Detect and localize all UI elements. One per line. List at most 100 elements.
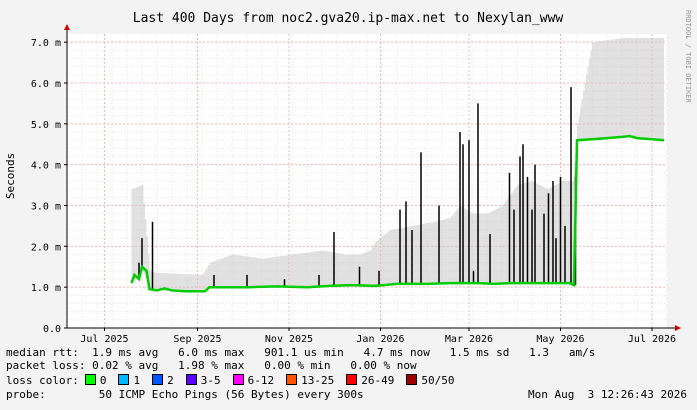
smoke-band bbox=[265, 258, 267, 288]
smoke-band bbox=[242, 255, 244, 288]
smoke-band bbox=[433, 222, 435, 284]
smoke-band bbox=[227, 256, 229, 288]
loss-swatch bbox=[152, 374, 164, 385]
smoke-band bbox=[529, 181, 531, 284]
smoke-band bbox=[205, 270, 207, 290]
smoke-band bbox=[646, 38, 648, 139]
smoke-band bbox=[364, 252, 366, 286]
smoke-band bbox=[580, 107, 582, 140]
smoke-band bbox=[340, 253, 342, 286]
loss-swatch bbox=[406, 374, 418, 385]
smoke-band bbox=[457, 209, 459, 284]
smoke-band bbox=[485, 213, 487, 284]
x-tick-label: May 2026 bbox=[536, 334, 584, 345]
smoke-band bbox=[154, 272, 156, 290]
smoke-band bbox=[430, 222, 432, 284]
smoke-band bbox=[515, 187, 517, 284]
smoke-band bbox=[539, 185, 541, 284]
smoke-band bbox=[266, 257, 268, 288]
loss-swatch bbox=[286, 374, 298, 385]
smoke-band bbox=[349, 254, 351, 286]
smoke-band bbox=[170, 273, 172, 291]
smoke-band bbox=[370, 250, 372, 286]
smoke-band bbox=[196, 274, 198, 292]
smoke-band bbox=[578, 115, 580, 141]
loss-legend-label: 13-25 bbox=[301, 374, 335, 387]
smoke-band bbox=[590, 50, 592, 140]
loss-legend-label: 2 bbox=[167, 374, 174, 387]
smoke-band bbox=[286, 255, 288, 288]
smoke-band bbox=[326, 251, 328, 287]
smoke-band bbox=[158, 272, 160, 291]
x-tick-label: Mar 2026 bbox=[445, 334, 493, 345]
packet-loss-line: packet loss: 0.02 % avg 1.98 % max 0.00 … bbox=[6, 359, 417, 372]
smoke-band bbox=[302, 253, 304, 288]
smoke-band bbox=[331, 252, 333, 287]
smoke-band bbox=[221, 258, 223, 288]
smoke-band bbox=[428, 222, 430, 284]
smoke-band bbox=[248, 256, 250, 288]
smoke-band bbox=[644, 38, 646, 139]
smoke-band bbox=[545, 188, 547, 284]
smoke-band bbox=[172, 273, 174, 291]
smoke-band bbox=[445, 218, 447, 284]
smoke-band bbox=[658, 38, 660, 140]
smoke-band bbox=[622, 38, 624, 137]
smoke-band bbox=[493, 210, 495, 284]
smoke-band bbox=[316, 251, 318, 288]
smoke-band bbox=[511, 193, 513, 284]
smoke-band bbox=[232, 254, 234, 288]
smoke-band bbox=[209, 262, 211, 288]
smoke-band bbox=[131, 189, 133, 284]
smoke-band bbox=[211, 262, 213, 288]
x-tick-label: Jul 2025 bbox=[80, 334, 128, 345]
smoke-band bbox=[659, 38, 661, 140]
smoke-band bbox=[415, 225, 417, 284]
y-tick-label: 6.0 m bbox=[31, 79, 61, 90]
smoke-band bbox=[482, 213, 484, 284]
smoke-band bbox=[413, 225, 415, 284]
smoke-band bbox=[397, 228, 399, 285]
smoke-band bbox=[338, 253, 340, 286]
smoke-band bbox=[274, 256, 276, 288]
loss-legend-label: 1 bbox=[133, 374, 141, 387]
smoke-band bbox=[602, 40, 604, 139]
smoke-band bbox=[323, 250, 325, 288]
smoke-band bbox=[352, 254, 354, 286]
smoke-band bbox=[277, 256, 279, 288]
smoke-band bbox=[373, 244, 375, 286]
smoke-band bbox=[431, 222, 433, 284]
smoke-band bbox=[614, 39, 616, 138]
smoke-band bbox=[464, 208, 466, 284]
smoke-band bbox=[619, 38, 621, 138]
smoke-band bbox=[434, 221, 436, 284]
smoke-band bbox=[401, 227, 403, 285]
smoke-band bbox=[328, 251, 330, 287]
smoke-band bbox=[382, 236, 384, 286]
smoke-band bbox=[188, 274, 190, 292]
smoke-band bbox=[368, 251, 370, 286]
smoke-band bbox=[181, 273, 183, 291]
smoke-band bbox=[341, 253, 343, 286]
smoke-band bbox=[238, 255, 240, 288]
smoke-band bbox=[250, 256, 252, 288]
smoke-band bbox=[175, 273, 177, 291]
smoke-band bbox=[634, 38, 636, 138]
loss-legend-label: 3-5 bbox=[200, 374, 221, 387]
smoke-band bbox=[505, 201, 507, 284]
smoke-band bbox=[538, 184, 540, 284]
smoke-band bbox=[262, 258, 264, 288]
y-tick-label: 3.0 m bbox=[31, 202, 61, 213]
smoke-band bbox=[610, 39, 612, 138]
smoke-band bbox=[466, 209, 468, 284]
smoke-band bbox=[200, 274, 202, 292]
smoke-band bbox=[479, 213, 481, 284]
smoke-band bbox=[157, 272, 159, 291]
smoke-band bbox=[626, 38, 628, 138]
smoke-band bbox=[224, 257, 226, 288]
smoke-band bbox=[178, 273, 180, 291]
smoke-band bbox=[595, 41, 597, 140]
smoke-band bbox=[502, 205, 504, 284]
loss-legend-item: 13-25 bbox=[286, 374, 334, 387]
smoke-band bbox=[386, 232, 388, 286]
